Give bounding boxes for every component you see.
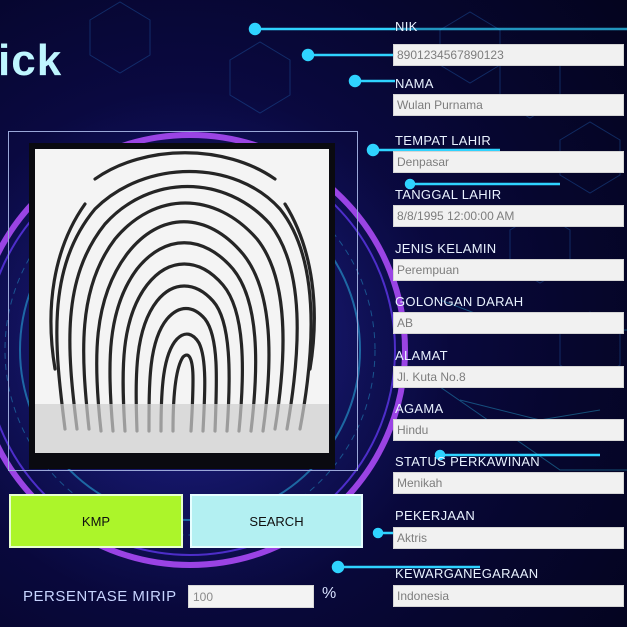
nik-field[interactable] [393, 44, 624, 66]
kmp-button[interactable]: KMP [9, 494, 183, 548]
nik-label: NIK [395, 19, 418, 34]
fingerprint-icon [35, 149, 329, 453]
tempat-lahir-field[interactable] [393, 151, 624, 173]
pekerjaan-field[interactable] [393, 527, 624, 549]
tempat-lahir-label: TEMPAT LAHIR [395, 133, 492, 148]
app-title: ick [0, 36, 63, 85]
search-button[interactable]: SEARCH [190, 494, 363, 548]
jenis-kelamin-field[interactable] [393, 259, 624, 281]
kewarganegaraan-field[interactable] [393, 585, 624, 607]
nama-label: NAMA [395, 76, 434, 91]
status-perkawinan-field[interactable] [393, 472, 624, 494]
golongan-darah-field[interactable] [393, 312, 624, 334]
kewarganegaraan-label: KEWARGANEGARAAN [395, 566, 539, 581]
similarity-field[interactable] [188, 585, 314, 608]
alamat-field[interactable] [393, 366, 624, 388]
similarity-unit: % [322, 585, 337, 602]
golongan-darah-label: GOLONGAN DARAH [395, 294, 524, 309]
tanggal-lahir-field[interactable] [393, 205, 624, 227]
pekerjaan-label: PEKERJAAN [395, 508, 476, 523]
alamat-label: ALAMAT [395, 348, 448, 363]
agama-field[interactable] [393, 419, 624, 441]
similarity-label: PERSENTASE MIRIP [23, 588, 177, 605]
nama-field[interactable] [393, 94, 624, 116]
status-perkawinan-label: STATUS PERKAWINAN [395, 454, 540, 469]
fingerprint-image [29, 143, 335, 469]
jenis-kelamin-label: JENIS KELAMIN [395, 241, 497, 256]
agama-label: AGAMA [395, 401, 444, 416]
tanggal-lahir-label: TANGGAL LAHIR [395, 187, 502, 202]
